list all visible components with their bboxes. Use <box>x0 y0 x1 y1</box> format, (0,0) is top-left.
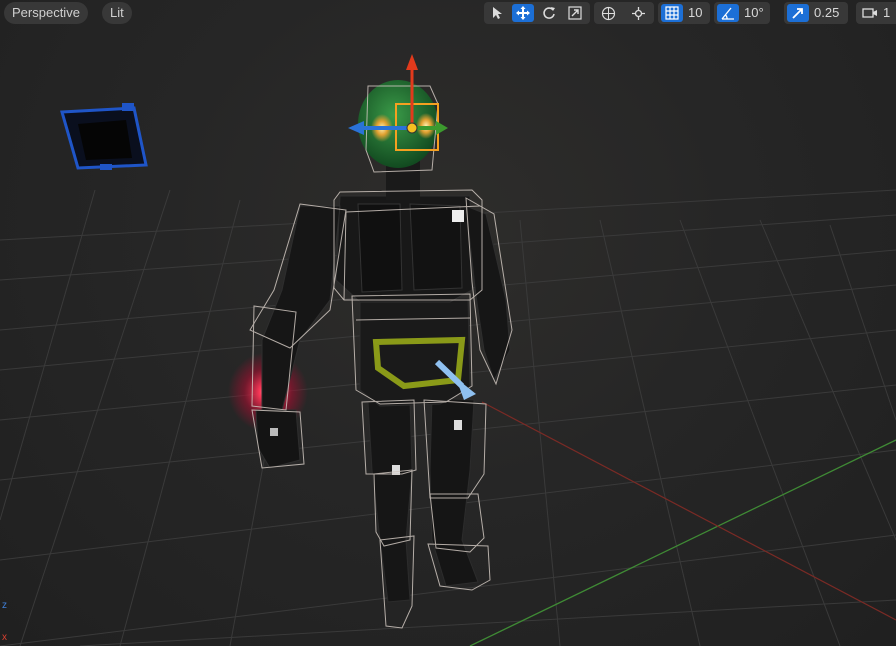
camera-actor-icon[interactable] <box>60 103 148 170</box>
scene-canvas[interactable] <box>0 0 896 646</box>
grid-snap-group[interactable]: 10 <box>658 2 710 24</box>
editor-viewport[interactable]: Perspective Lit 10 10° 0.25 1 z x <box>0 0 896 646</box>
world-axis-y <box>481 401 896 621</box>
rotation-snap-group[interactable]: 10° <box>714 2 770 24</box>
select-arrow-icon[interactable] <box>486 4 508 22</box>
viewport-toolbar: 10 10° 0.25 1 <box>0 0 896 26</box>
world-local-icon[interactable] <box>597 4 619 22</box>
surface-snap-icon[interactable] <box>627 4 649 22</box>
scale-icon[interactable] <box>564 4 586 22</box>
rotate-icon[interactable] <box>538 4 560 22</box>
grid-snap-value[interactable]: 10 <box>688 4 702 22</box>
scale-snap-group[interactable]: 0.25 <box>784 2 848 24</box>
axis-indicator-z: z <box>2 600 7 611</box>
rotation-snap-value[interactable]: 10° <box>744 4 764 22</box>
axis-indicator-x: x <box>2 632 7 643</box>
camera-speed-icon[interactable] <box>859 4 881 22</box>
camera-speed-group[interactable]: 1 <box>856 2 896 24</box>
grid-snap-icon[interactable] <box>661 4 683 22</box>
coordinate-tools-group <box>594 2 654 24</box>
scale-snap-value[interactable]: 0.25 <box>814 4 839 22</box>
transform-tools-group <box>484 2 590 24</box>
translate-icon[interactable] <box>512 4 534 22</box>
rotation-snap-icon[interactable] <box>717 4 739 22</box>
camera-speed-value[interactable]: 1 <box>883 4 890 22</box>
scale-snap-icon[interactable] <box>787 4 809 22</box>
